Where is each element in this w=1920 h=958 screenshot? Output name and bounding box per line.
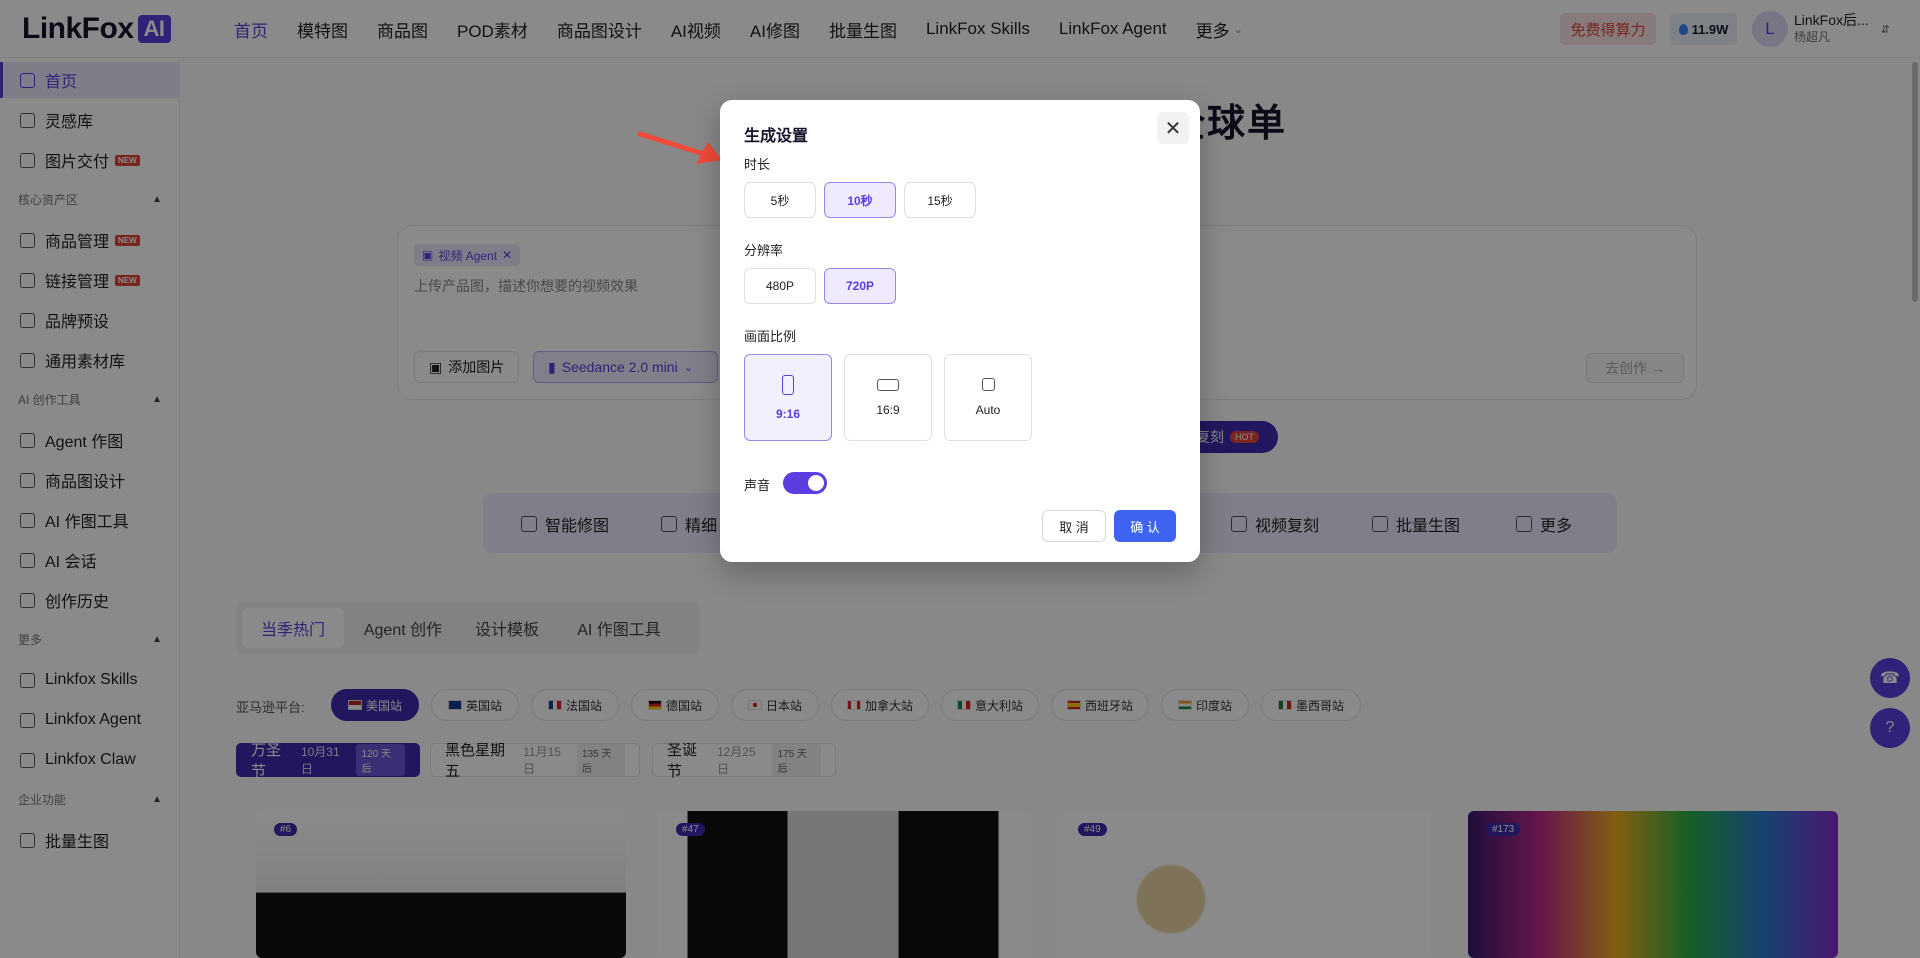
landscape-icon bbox=[877, 378, 899, 391]
sound-label: 声音 bbox=[744, 478, 771, 493]
duration-5s-option[interactable]: 5秒 bbox=[744, 182, 816, 218]
cancel-button[interactable]: 取 消 bbox=[1042, 510, 1106, 542]
aspect-ratio-label: 画面比例 bbox=[744, 329, 797, 344]
annotation-arrow bbox=[638, 131, 722, 164]
ratio-auto-option[interactable]: Auto bbox=[944, 354, 1032, 441]
dialog-title: 生成设置 bbox=[744, 128, 809, 145]
auto-ratio-icon bbox=[981, 378, 995, 391]
portrait-icon bbox=[782, 374, 794, 395]
generation-settings-dialog: 生成设置 ✕ 时长 5秒 10秒 15秒 分辨率 480P 720P 画面比例 … bbox=[720, 100, 1200, 562]
ratio-9-16-option[interactable]: 9:16 bbox=[744, 354, 832, 441]
resolution-480p-option[interactable]: 480P bbox=[744, 268, 816, 304]
duration-15s-option[interactable]: 15秒 bbox=[904, 182, 976, 218]
toggle-knob bbox=[808, 475, 824, 491]
duration-10s-option[interactable]: 10秒 bbox=[824, 182, 896, 218]
resolution-720p-option[interactable]: 720P bbox=[824, 268, 896, 304]
sound-toggle[interactable] bbox=[783, 472, 827, 494]
close-icon: ✕ bbox=[1164, 117, 1182, 140]
duration-label: 时长 bbox=[744, 157, 771, 172]
ratio-16-9-option[interactable]: 16:9 bbox=[844, 354, 932, 441]
confirm-button[interactable]: 确 认 bbox=[1114, 510, 1176, 542]
resolution-label: 分辨率 bbox=[744, 243, 784, 258]
close-button[interactable]: ✕ bbox=[1157, 112, 1189, 144]
